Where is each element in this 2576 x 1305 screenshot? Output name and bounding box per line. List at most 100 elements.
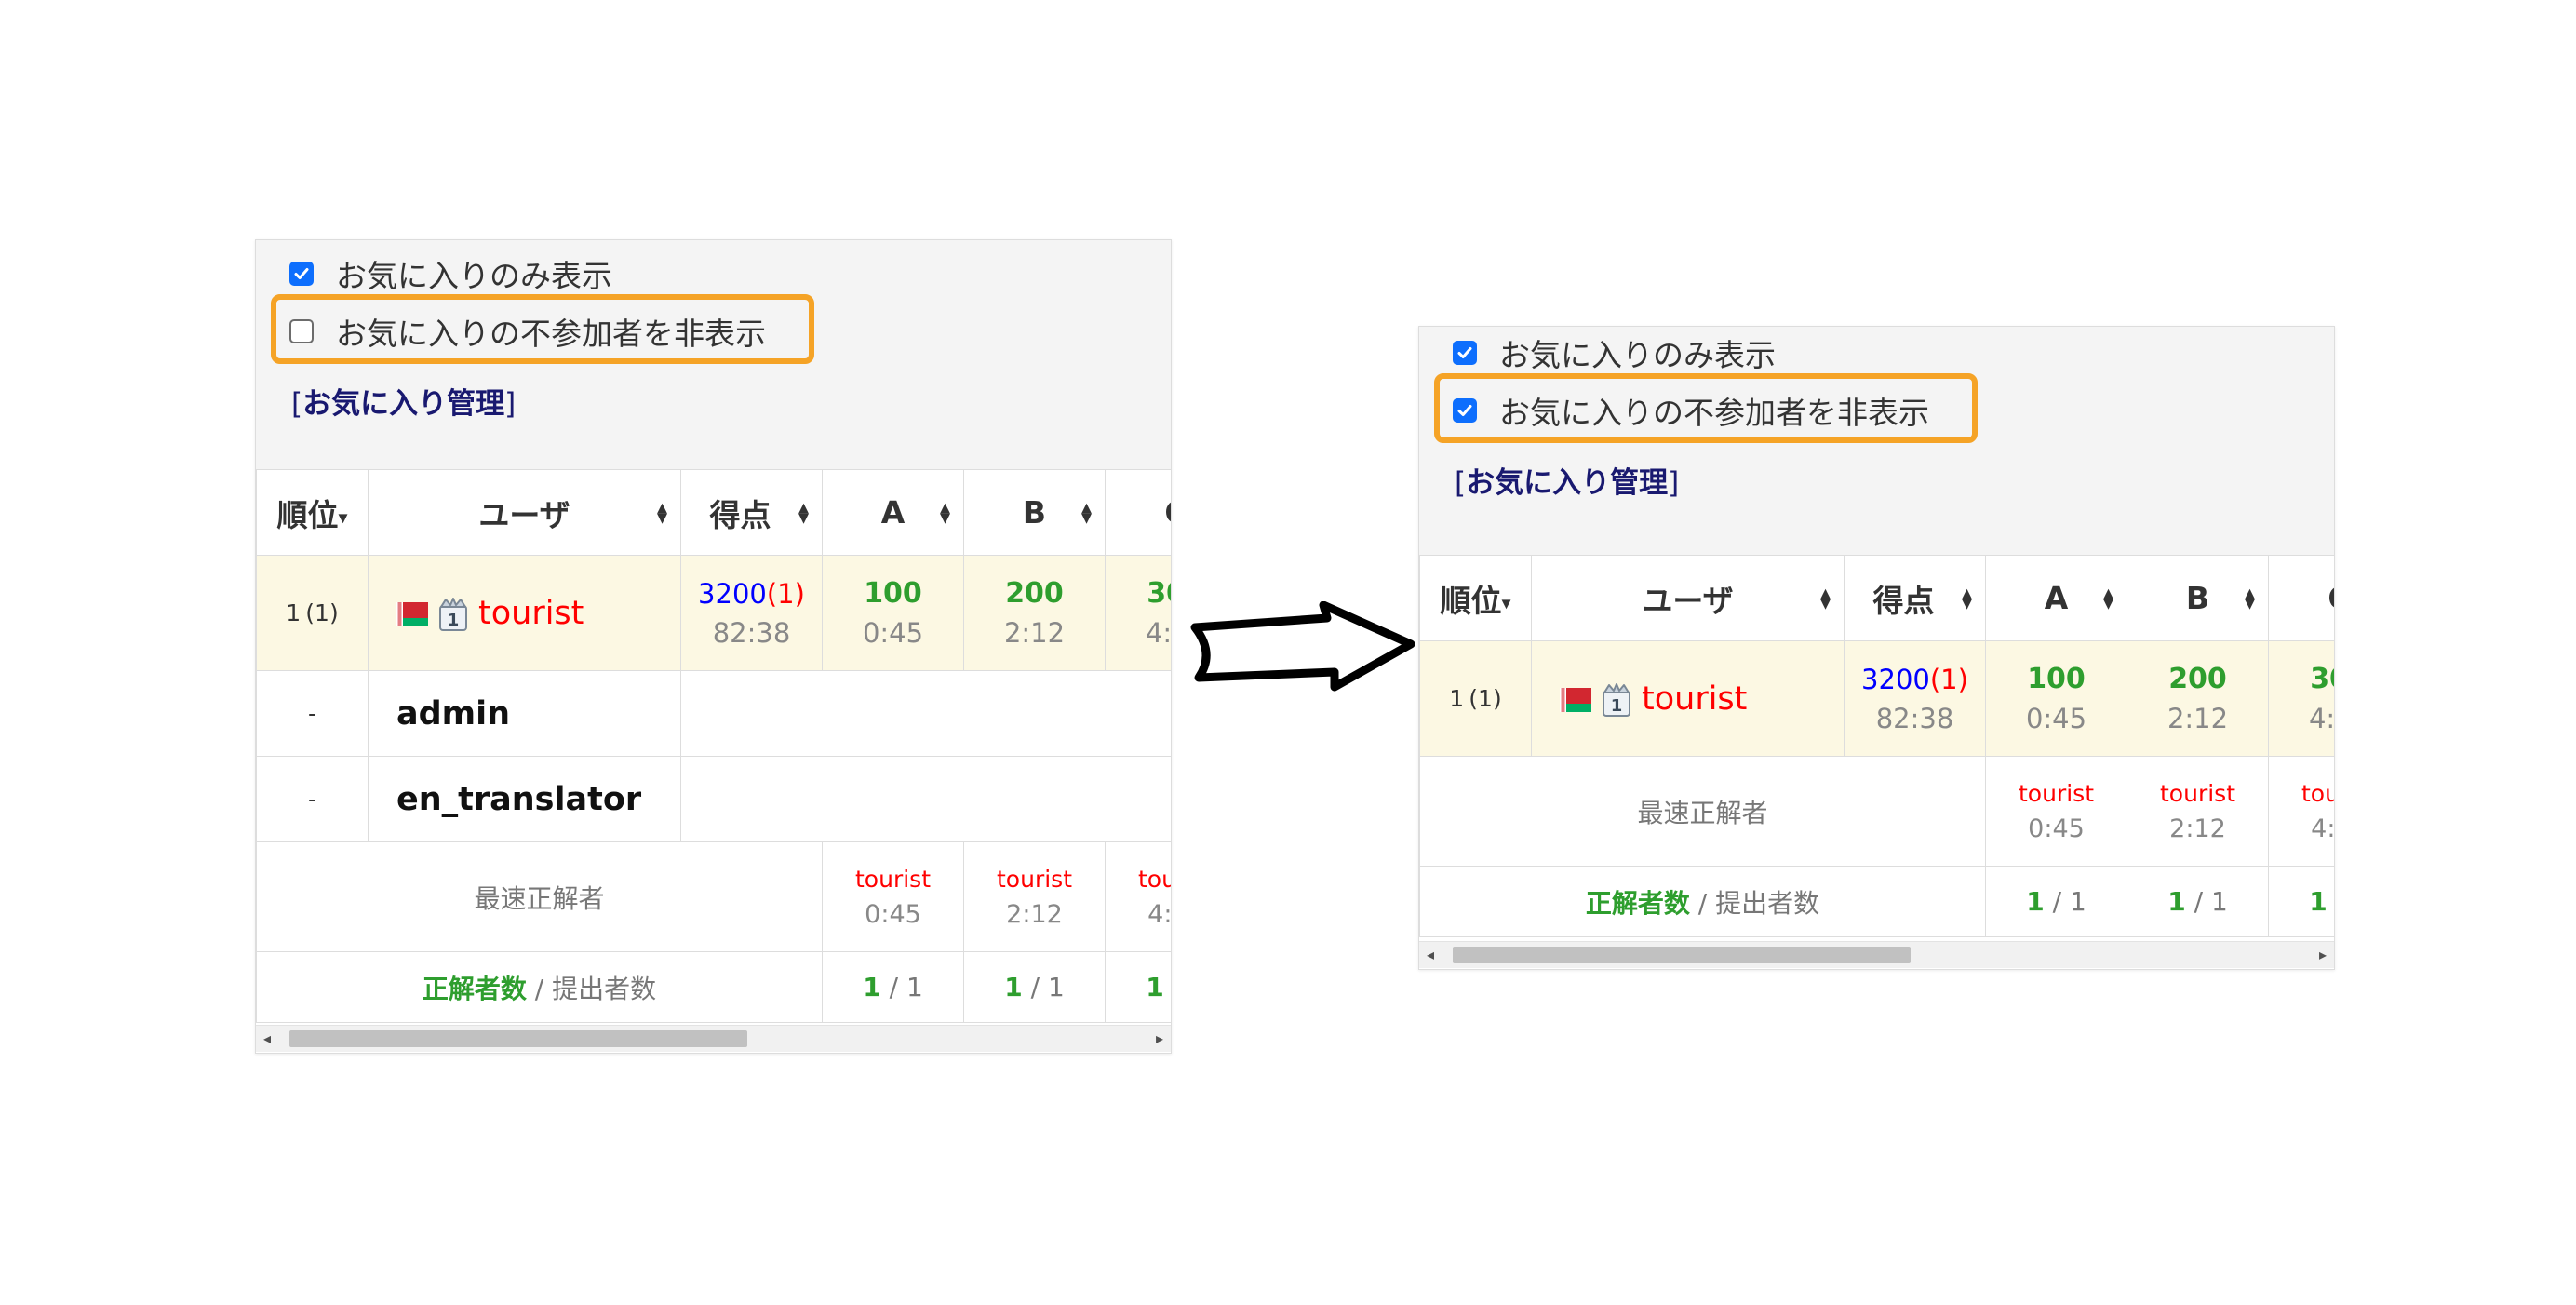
username-link[interactable]: admin <box>396 695 510 733</box>
username-link[interactable]: tourist <box>1642 680 1747 718</box>
ratio-sep: / <box>1164 972 1171 1002</box>
problem-c-header[interactable]: C▴▾ <box>2268 555 2334 641</box>
username-link[interactable]: tourist <box>478 595 584 632</box>
fastest-user[interactable]: tourist <box>1138 866 1171 893</box>
manage-favorites-link[interactable]: [お気に入り管理] <box>291 380 516 422</box>
fastest-time: 0:45 <box>865 899 921 929</box>
solved-count: 1 <box>863 972 881 1002</box>
stats-b-cell: 1 / 1 <box>2127 866 2269 937</box>
scroll-thumb[interactable] <box>1453 947 1911 963</box>
fastest-label: 最速正解者 <box>256 841 823 952</box>
score-header-label: 得点 <box>709 496 771 533</box>
bracket-open: [ <box>291 387 303 421</box>
problem-time: 0:45 <box>862 617 924 649</box>
standings-panel-after: お気に入りのみ表示 お気に入りの不参加者を非表示 [お気に入り管理] 順位▾ ユ… <box>1418 326 2335 970</box>
fastest-c-cell: tourist 4:35 <box>1105 841 1171 952</box>
crown-rank1-icon: 1 <box>439 597 467 631</box>
sort-icon: ▴ ▾ <box>939 495 950 530</box>
user-cell: 1 tourist <box>1531 640 1845 757</box>
user-cell: en_translator <box>368 756 681 842</box>
checkbox-checked-icon[interactable] <box>1453 341 1477 365</box>
score-points: 3200 <box>1861 663 1930 695</box>
belarus-flag-icon <box>1560 687 1591 712</box>
user-header[interactable]: ユーザ ▴ ▾ <box>1531 555 1845 641</box>
scroll-thumb[interactable] <box>289 1030 747 1047</box>
problem-time: 4:35 <box>2308 703 2335 734</box>
fastest-b-cell: tourist 2:12 <box>2127 756 2269 867</box>
problem-b-label[interactable]: B <box>2186 580 2209 616</box>
favorites-only-checkbox-row[interactable]: お気に入りのみ表示 <box>289 249 612 298</box>
manage-favorites-link[interactable]: [お気に入り管理] <box>1455 459 1679 501</box>
favorites-only-label: お気に入りのみ表示 <box>1499 337 1776 373</box>
sort-icon: ▴ ▾ <box>2244 581 2255 615</box>
fastest-time: 4:35 <box>2311 814 2335 843</box>
score-header[interactable]: 得点 ▴ ▾ <box>680 469 823 556</box>
fastest-user[interactable]: tourist <box>997 866 1072 893</box>
rank-header-label: 順位 <box>276 496 339 533</box>
submitted-count-label: 提出者数 <box>552 973 657 1004</box>
fastest-time: 2:12 <box>1006 899 1063 929</box>
rank-cell: - <box>256 670 369 757</box>
score-value: 3200(1) <box>698 578 805 610</box>
scroll-left-icon[interactable]: ◂ <box>263 1029 271 1047</box>
fastest-user[interactable]: tourist <box>2301 780 2334 807</box>
problem-b-header[interactable]: B ▴ ▾ <box>963 469 1106 556</box>
scroll-right-icon[interactable]: ▸ <box>2319 946 2327 963</box>
problem-b-label[interactable]: B <box>1023 494 1046 531</box>
problem-b-header[interactable]: B ▴ ▾ <box>2127 555 2269 641</box>
user-cell: admin <box>368 670 681 757</box>
problem-points: 200 <box>1005 577 1064 610</box>
problem-c-label[interactable]: C <box>2328 580 2334 616</box>
fastest-c-cell: tourist 4:35 <box>2268 756 2335 867</box>
sort-icon: ▴ ▾ <box>1961 581 1972 615</box>
submitted-count: 1 <box>2069 886 2086 917</box>
rank-value: 1 <box>1449 685 1465 712</box>
submitted-count-label: 提出者数 <box>1715 887 1820 919</box>
problem-a-label[interactable]: A <box>881 494 906 531</box>
problem-a-label[interactable]: A <box>2045 580 2069 616</box>
crown-rank1-icon: 1 <box>1603 682 1630 717</box>
rank-header[interactable]: 順位▾ <box>1419 555 1532 641</box>
penalty-count: (1) <box>1929 663 1968 695</box>
checkbox-checked-icon[interactable] <box>289 262 314 286</box>
stats-row: 正解者数 / 提出者数 1 / 1 1 / 1 1 / 1 <box>256 951 1171 1023</box>
sort-icon: ▴ ▾ <box>1080 495 1092 530</box>
problem-a-header[interactable]: A ▴ ▾ <box>1985 555 2127 641</box>
problem-c-header[interactable]: C▴▾ <box>1105 469 1171 556</box>
rank-cell: 1 (1) <box>256 555 369 671</box>
table-row: - en_translator <box>256 756 1171 842</box>
standings-table: 順位▾ ユーザ ▴▾ 得点 ▴▾ A ▴▾ B ▴▾ C▴▾ 1 (1) 1 touris… <box>1419 555 2335 937</box>
table-row: 1 (1) 1 tourist 3200(1) 82:38 100 0:45 200 2… <box>1419 640 2335 757</box>
fastest-a-cell: tourist 0:45 <box>1985 756 2127 867</box>
problem-a-header[interactable]: A ▴ ▾ <box>822 469 964 556</box>
problem-c-label[interactable]: C <box>1164 494 1171 531</box>
horizontal-scrollbar[interactable]: ◂ ▸ <box>256 1025 1171 1052</box>
rank-header[interactable]: 順位▾ <box>256 469 369 556</box>
favorites-only-checkbox-row[interactable]: お気に入りのみ表示 <box>1453 329 1776 377</box>
horizontal-scrollbar[interactable]: ◂ ▸ <box>1419 941 2334 968</box>
username-link[interactable]: en_translator <box>396 781 641 818</box>
scroll-right-icon[interactable]: ▸ <box>1156 1029 1163 1047</box>
problem-c-cell: 300 4:35 <box>1105 555 1172 671</box>
user-header-label: ユーザ <box>1642 582 1734 619</box>
rank-cell: - <box>256 756 369 842</box>
manage-favorites-label[interactable]: お気に入り管理 <box>302 387 504 421</box>
scroll-left-icon[interactable]: ◂ <box>1427 946 1434 963</box>
fastest-user[interactable]: tourist <box>2019 780 2094 807</box>
score-value: 3200(1) <box>1861 664 1968 695</box>
score-header[interactable]: 得点 ▴ ▾ <box>1844 555 1986 641</box>
highlight-box <box>271 294 814 364</box>
problem-b-cell: 200 2:12 <box>963 555 1106 671</box>
problem-a-cell: 100 0:45 <box>822 555 964 671</box>
user-cell: 1 tourist <box>368 555 681 671</box>
solved-count: 1 <box>2309 886 2328 917</box>
manage-favorites-label[interactable]: お気に入り管理 <box>1466 466 1668 500</box>
stats-a-cell: 1 / 1 <box>1985 866 2127 937</box>
fastest-user[interactable]: tourist <box>2160 780 2235 807</box>
problem-time: 0:45 <box>2025 703 2087 734</box>
rank-value: 1 <box>286 599 302 626</box>
user-header[interactable]: ユーザ ▴ ▾ <box>368 469 681 556</box>
problem-time: 2:12 <box>2167 703 2229 734</box>
fastest-user[interactable]: tourist <box>855 866 931 893</box>
problem-time: 4:35 <box>1145 617 1172 649</box>
